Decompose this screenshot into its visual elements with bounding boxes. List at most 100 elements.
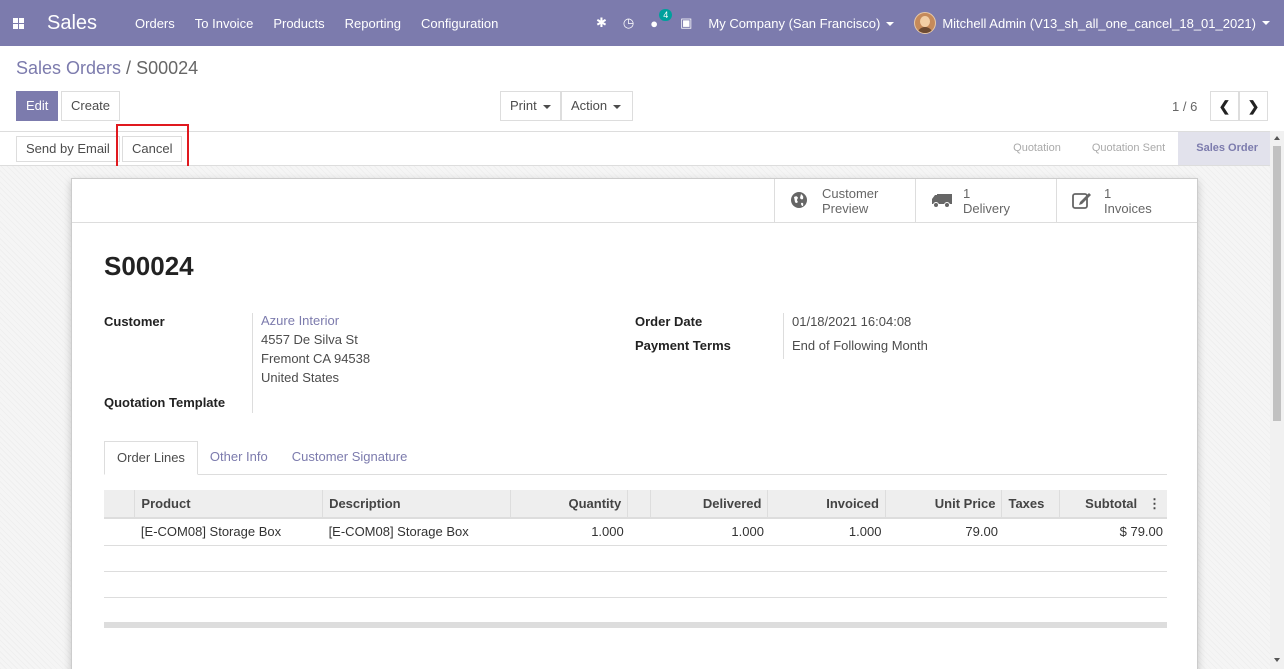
customer-link[interactable]: Azure Interior: [261, 313, 339, 328]
company-switcher[interactable]: My Company (San Francisco): [708, 15, 895, 31]
pager-next-button[interactable]: ❯: [1239, 91, 1268, 121]
company-name: My Company (San Francisco): [708, 15, 881, 31]
scroll-thumb[interactable]: [1273, 146, 1281, 421]
column-description[interactable]: Description: [322, 490, 511, 519]
delivery-button[interactable]: 1 Delivery: [915, 179, 1056, 223]
column-subtotal[interactable]: Subtotal ⋮: [1059, 490, 1167, 519]
customer-preview-line2: Preview: [822, 201, 869, 216]
column-options-icon[interactable]: ⋮: [1148, 496, 1161, 511]
empty-row: [104, 545, 1167, 572]
address-line-3: United States: [261, 370, 340, 385]
status-step-sales-order[interactable]: Sales Order: [1178, 132, 1271, 165]
user-menu[interactable]: Mitchell Admin (V13_sh_all_one_cancel_18…: [914, 12, 1270, 34]
tab-customer-signature[interactable]: Customer Signature: [280, 441, 420, 475]
bug-icon[interactable]: ✱: [596, 15, 607, 31]
column-invoiced[interactable]: Invoiced: [767, 490, 886, 519]
truck-icon: [931, 192, 953, 211]
table-row[interactable]: [E-COM08] Storage Box [E-COM08] Storage …: [104, 518, 1167, 546]
action-dropdown[interactable]: Action: [561, 91, 633, 121]
globe-icon: [790, 191, 812, 212]
payment-terms-value[interactable]: End of Following Month: [792, 336, 928, 355]
breadcrumb-parent[interactable]: Sales Orders: [16, 58, 121, 78]
messages-badge: 4: [659, 8, 673, 21]
invoices-label: Invoices: [1104, 201, 1152, 216]
chevron-down-icon: [886, 22, 895, 27]
status-steps: Quotation Quotation Sent Sales Order: [995, 132, 1271, 165]
customer-label: Customer: [104, 314, 165, 329]
tab-order-lines[interactable]: Order Lines: [104, 441, 198, 475]
column-delivered[interactable]: Delivered: [649, 490, 768, 519]
scrollbar[interactable]: [1270, 131, 1284, 669]
cell-delivered: 1.000: [650, 518, 768, 546]
customer-preview-button[interactable]: Customer Preview: [774, 179, 915, 223]
field-divider: [252, 313, 253, 413]
customer-field: Azure Interior 4557 De Silva St Fremont …: [261, 311, 370, 387]
record-title: S00024: [104, 251, 194, 281]
chevron-right-icon: ❯: [1247, 97, 1260, 114]
order-date-label: Order Date: [635, 314, 703, 329]
top-navbar: Sales Orders To Invoice Products Reporti…: [0, 0, 1284, 46]
invoices-count: 1: [1104, 186, 1112, 201]
chevron-down-icon: [1262, 21, 1270, 25]
cell-product: [E-COM08] Storage Box: [134, 518, 323, 546]
cell-unit-price: 79.00: [885, 518, 1002, 546]
breadcrumb: Sales Orders / S00024: [16, 58, 198, 79]
scroll-up-icon[interactable]: [1274, 136, 1280, 140]
edit-button[interactable]: Edit: [16, 91, 59, 121]
menu-products[interactable]: Products: [273, 16, 324, 31]
send-by-email-button[interactable]: Send by Email: [16, 136, 120, 162]
print-dropdown[interactable]: Print: [500, 91, 561, 121]
cell-invoiced: 1.000: [767, 518, 886, 546]
cell-quantity: 1.000: [510, 518, 628, 546]
gift-icon[interactable]: ▣: [680, 15, 692, 31]
table-footer: [104, 622, 1167, 628]
row-handle: [104, 518, 135, 546]
cell-subtotal: $ 79.00: [1059, 518, 1167, 546]
scroll-down-icon[interactable]: [1274, 658, 1280, 662]
cell-description: [E-COM08] Storage Box: [322, 518, 511, 546]
menu-to-invoice[interactable]: To Invoice: [195, 16, 254, 31]
invoices-button[interactable]: 1 Invoices: [1056, 179, 1197, 223]
pager-value[interactable]: 1 / 6: [1172, 99, 1197, 114]
cancel-button[interactable]: Cancel: [122, 136, 183, 162]
avatar: [914, 12, 937, 34]
menu-configuration[interactable]: Configuration: [421, 16, 498, 31]
pager-previous-button[interactable]: ❮: [1210, 91, 1239, 121]
column-taxes[interactable]: Taxes: [1001, 490, 1060, 519]
customer-preview-line1: Customer: [822, 186, 879, 201]
print-label: Print: [510, 98, 537, 113]
menu-reporting[interactable]: Reporting: [345, 16, 401, 31]
column-product[interactable]: Product: [134, 490, 323, 519]
empty-row: [104, 571, 1167, 598]
breadcrumb-current: S00024: [136, 58, 199, 78]
payment-terms-label: Payment Terms: [635, 338, 731, 353]
systray: ✱ ◷ ● 4 ▣ My Company (San Francisco) Mitc…: [596, 0, 1284, 46]
cell-taxes: [1001, 518, 1060, 546]
edit-icon: [1072, 191, 1094, 212]
address-line-2: Fremont CA 94538: [261, 351, 371, 366]
form-sheet: Customer Preview 1 Delivery 1 Invoices S000…: [71, 178, 1198, 669]
order-date-value[interactable]: 01/18/2021 16:04:08: [792, 312, 911, 331]
chevron-left-icon: ❮: [1218, 97, 1231, 114]
quotation-template-label: Quotation Template: [104, 395, 226, 410]
create-button[interactable]: Create: [61, 91, 121, 121]
notebook-tabs: Order Lines Other Info Customer Signatur…: [104, 441, 1167, 475]
clock-icon[interactable]: ◷: [623, 15, 634, 31]
app-brand[interactable]: Sales: [47, 12, 97, 35]
apps-menu-icon[interactable]: [0, 0, 36, 46]
status-step-quotation-sent[interactable]: Quotation Sent: [1074, 132, 1178, 165]
column-spacer: [627, 490, 651, 519]
column-unit-price[interactable]: Unit Price: [884, 490, 1002, 519]
action-label: Action: [571, 98, 608, 113]
order-lines-table: Product Description Quantity Delivered I…: [104, 490, 1167, 624]
chat-icon[interactable]: ● 4: [650, 8, 673, 31]
handle-column-header: [104, 490, 135, 519]
menu-orders[interactable]: Orders: [135, 16, 175, 31]
tab-other-info[interactable]: Other Info: [198, 441, 280, 475]
table-header-row: Product Description Quantity Delivered I…: [104, 490, 1167, 519]
column-quantity[interactable]: Quantity: [509, 490, 628, 519]
empty-row: [104, 597, 1167, 624]
status-step-quotation[interactable]: Quotation: [995, 132, 1074, 165]
chevron-down-icon: [542, 104, 551, 109]
form-statusbar: Send by Email Cancel Quotation Quotation…: [0, 131, 1284, 166]
